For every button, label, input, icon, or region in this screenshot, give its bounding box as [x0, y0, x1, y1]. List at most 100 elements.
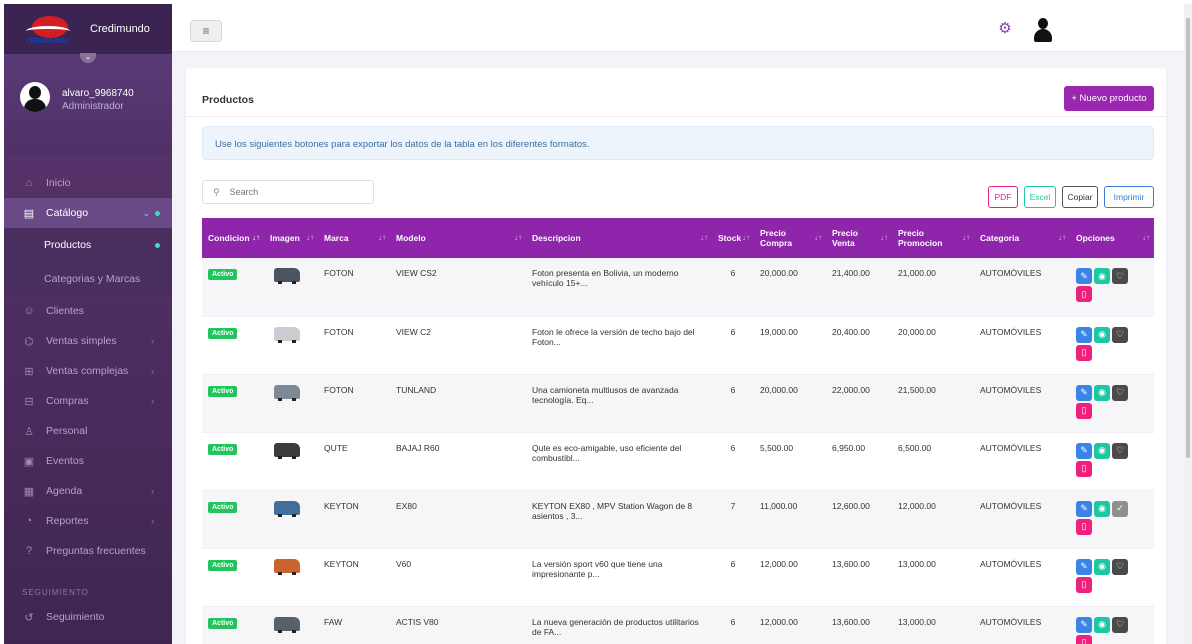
edit-button[interactable]: ✎	[1076, 500, 1092, 517]
delete-button[interactable]: ▯	[1076, 634, 1092, 644]
cell-buy-price: 19,000.00	[754, 316, 826, 375]
sidebar-item-catalogo[interactable]: ▤ Catálogo ⌄	[4, 198, 172, 228]
sidebar-item-label: Preguntas frecuentes	[46, 545, 146, 557]
sidebar-item-inicio[interactable]: ⌂ Inicio	[4, 168, 172, 198]
user-role: Administrador	[62, 101, 124, 112]
copy-button[interactable]: Copiar	[1062, 186, 1098, 208]
view-button[interactable]: ◉	[1094, 558, 1110, 575]
product-thumbnail[interactable]	[274, 500, 300, 517]
cell-stock: 7	[712, 490, 754, 549]
edit-button[interactable]: ✎	[1076, 268, 1092, 284]
sidebar-subitem-categorias[interactable]: Categorias y Marcas	[4, 262, 172, 296]
page-scrollbar[interactable]	[1184, 4, 1192, 644]
column-header[interactable]: Categoria ↓↑	[974, 218, 1070, 258]
sidebar-item-label: Personal	[46, 425, 88, 437]
cart-icon: ⌬	[24, 335, 34, 348]
brand-bar[interactable]: CREDIMUNDO Credimundo	[4, 4, 172, 54]
deactivate-button[interactable]: ♡	[1112, 616, 1128, 633]
edit-button[interactable]: ✎	[1076, 442, 1092, 459]
trash-icon: ▯	[1081, 463, 1087, 473]
sidebar-subitem-productos[interactable]: Productos	[4, 228, 172, 262]
sidebar-item-clientes[interactable]: ☺ Clientes	[4, 296, 172, 326]
sidebar-item-agenda[interactable]: ▦ Agenda ›	[4, 476, 172, 506]
print-button[interactable]: Imprimir	[1104, 186, 1154, 208]
cell-stock: 6	[712, 548, 754, 607]
column-header[interactable]: Precio Promocion ↓↑	[892, 218, 974, 258]
search-box[interactable]: ⚲	[202, 180, 374, 204]
trash-icon: ▯	[1081, 347, 1087, 357]
delete-button[interactable]: ▯	[1076, 286, 1092, 302]
cell-promo-price: 21,500.00	[892, 374, 974, 433]
deactivate-button[interactable]: ♡	[1112, 268, 1128, 284]
edit-icon: ✎	[1080, 387, 1088, 397]
edit-button[interactable]: ✎	[1076, 616, 1092, 633]
sidebar-item-ventas-complejas[interactable]: ⊞ Ventas complejas ›	[4, 356, 172, 386]
gear-icon[interactable]: ⚙	[996, 20, 1014, 38]
column-header[interactable]: Stock ↓↑	[712, 218, 754, 258]
cell-description: KEYTON EX80 , MPV Station Wagon de 8 asi…	[526, 490, 712, 549]
product-thumbnail[interactable]	[274, 268, 300, 284]
deactivate-button[interactable]: ♡	[1112, 384, 1128, 401]
activate-button[interactable]: ✓	[1112, 500, 1128, 517]
product-thumbnail[interactable]	[274, 326, 300, 343]
export-excel-button[interactable]: Excel	[1024, 186, 1056, 208]
column-header-label: Marca	[324, 233, 349, 243]
deactivate-button[interactable]: ♡	[1112, 326, 1128, 343]
column-header[interactable]: Modelo ↓↑	[390, 218, 526, 258]
sidebar-item-ventas-simples[interactable]: ⌬ Ventas simples ›	[4, 326, 172, 356]
table-row: Activo FOTON TUNLAND Una camioneta multiuso…	[202, 374, 1154, 433]
edit-button[interactable]: ✎	[1076, 558, 1092, 575]
deactivate-button[interactable]: ♡	[1112, 558, 1128, 575]
sidebar-item-reportes[interactable]: ◔ Reportes ›	[4, 506, 172, 536]
edit-button[interactable]: ✎	[1076, 326, 1092, 343]
deactivate-button[interactable]: ♡	[1112, 442, 1128, 459]
export-pdf-button[interactable]: PDF	[988, 186, 1018, 208]
view-button[interactable]: ◉	[1094, 384, 1110, 401]
row-actions: ✎ ◉ ✓ ▯	[1076, 500, 1130, 535]
column-header[interactable]: Precio Venta ↓↑	[826, 218, 892, 258]
view-button[interactable]: ◉	[1094, 268, 1110, 284]
product-thumbnail[interactable]	[274, 384, 300, 401]
chevron-right-icon: ›	[151, 366, 154, 376]
sidebar-menu: ⌂ Inicio ▤ Catálogo ⌄ Productos Categori…	[4, 156, 172, 632]
users-icon: ☺	[23, 305, 35, 317]
column-header[interactable]: Marca ↓↑	[318, 218, 390, 258]
row-actions: ✎ ◉ ♡ ▯	[1076, 384, 1130, 419]
delete-button[interactable]: ▯	[1076, 518, 1092, 535]
cell-stock: 6	[712, 606, 754, 644]
search-input[interactable]	[229, 187, 350, 197]
product-thumbnail[interactable]	[274, 616, 300, 633]
view-button[interactable]: ◉	[1094, 326, 1110, 343]
sidebar-item-compras[interactable]: ⊟ Compras ›	[4, 386, 172, 416]
cell-brand: FOTON	[318, 374, 390, 433]
sidebar-item-personal[interactable]: ♙ Personal	[4, 416, 172, 446]
product-thumbnail[interactable]	[274, 558, 300, 575]
delete-button[interactable]: ▯	[1076, 460, 1092, 477]
edit-button[interactable]: ✎	[1076, 384, 1092, 401]
scrollbar-thumb[interactable]	[1186, 18, 1190, 458]
delete-button[interactable]: ▯	[1076, 576, 1092, 593]
view-button[interactable]: ◉	[1094, 616, 1110, 633]
menu-toggle-button[interactable]: ≡	[190, 20, 222, 42]
view-button[interactable]: ◉	[1094, 442, 1110, 459]
column-header[interactable]: Condicion ↓↑	[202, 218, 264, 258]
sidebar-item-eventos[interactable]: ▣ Eventos	[4, 446, 172, 476]
header-user-avatar[interactable]	[1032, 17, 1054, 43]
sidebar-item-preguntas[interactable]: ? Preguntas frecuentes	[4, 536, 172, 566]
column-header[interactable]: Descripcion ↓↑	[526, 218, 712, 258]
column-header-label: Precio Compra	[760, 228, 793, 248]
column-header[interactable]: Imagen ↓↑	[264, 218, 318, 258]
sidebar-item-seguimiento[interactable]: ↺ Seguimiento	[4, 602, 172, 632]
view-button[interactable]: ◉	[1094, 500, 1110, 517]
product-thumbnail[interactable]	[274, 442, 300, 459]
collapse-chevron-icon[interactable]: ⌄	[80, 53, 96, 63]
sidebar: CREDIMUNDO Credimundo ⌄ alvaro_9968740 A…	[4, 4, 172, 644]
column-header[interactable]: Opciones ↓↑	[1070, 218, 1154, 258]
cell-stock: 6	[712, 316, 754, 375]
cell-category: AUTOMÓVILES	[974, 374, 1070, 433]
delete-button[interactable]: ▯	[1076, 344, 1092, 361]
user-avatar[interactable]	[20, 82, 50, 112]
new-product-button[interactable]: + Nuevo producto	[1064, 86, 1154, 111]
delete-button[interactable]: ▯	[1076, 402, 1092, 419]
column-header[interactable]: Precio Compra ↓↑	[754, 218, 826, 258]
